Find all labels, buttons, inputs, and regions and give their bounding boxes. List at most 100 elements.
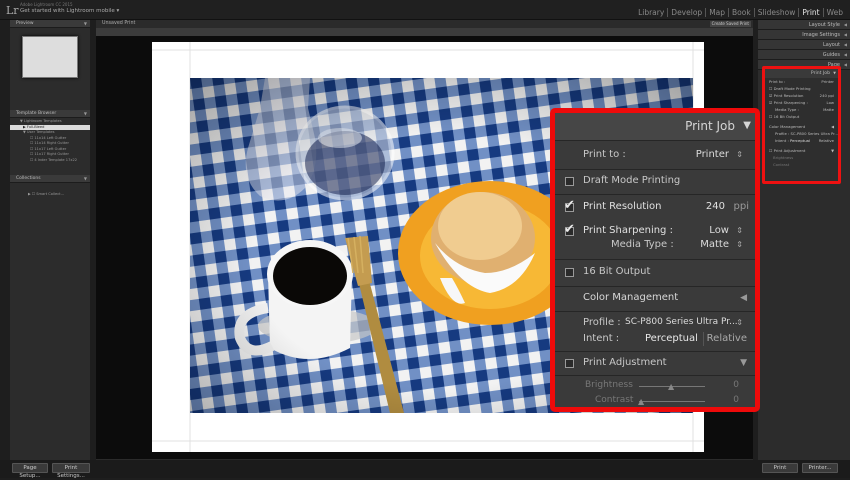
mini-media-type-value[interactable]: Matte (823, 106, 834, 113)
identity-plate[interactable]: Get started with Lightroom mobile ▾ (20, 8, 119, 14)
print-job-header[interactable]: Print Job ▼ (555, 113, 755, 141)
collapse-icon[interactable]: ◀ (844, 20, 847, 30)
print-resolution-row[interactable]: ✔ Print Resolution 240 ppi (555, 199, 755, 219)
collapse-triangle-icon[interactable]: ▼ (743, 120, 751, 131)
profile-select[interactable]: SC-P800 Series Ultra Pr... (625, 317, 738, 327)
print-button[interactable]: Print (762, 463, 798, 473)
module-map[interactable]: Map (705, 8, 728, 17)
mini-print-to-value[interactable]: Printer (821, 78, 834, 85)
module-web[interactable]: Web (822, 8, 846, 17)
mini-intent-label: Intent : (775, 138, 789, 143)
divider (555, 351, 755, 352)
module-picker: Library Develop Map Book Slideshow Print… (635, 8, 846, 17)
collapse-icon[interactable]: ▼ (84, 175, 87, 183)
ruler (96, 28, 753, 43)
template-item[interactable]: ☐ 4 Inder Template 17x22 (10, 158, 90, 164)
mini-contrast-row[interactable]: Contrast (765, 161, 838, 168)
draft-mode-checkbox[interactable] (565, 177, 574, 186)
intent-row: Intent : Perceptual Relative (555, 332, 755, 348)
mini-media-type-row[interactable]: Media Type : Matte (765, 106, 838, 113)
section-layout-style[interactable]: Layout Style ◀ (758, 20, 850, 30)
mini-print-to-row[interactable]: Print to : Printer (765, 78, 838, 85)
version-label: Adobe Lightroom CC 2015 (20, 2, 73, 7)
profile-label: Profile : (583, 317, 621, 328)
mini-color-management-row[interactable]: Color Management ◀ (765, 123, 838, 130)
print-to-select[interactable]: Printer (696, 149, 729, 160)
mini-media-type-label: Media Type : (775, 107, 799, 112)
mini-profile-value[interactable]: SC-P800 Series Ultra Pr... (791, 131, 838, 136)
create-saved-print-button[interactable]: Create Saved Print (709, 21, 751, 27)
printer-button[interactable]: Printer... (802, 463, 838, 473)
updown-arrow-icon[interactable]: ⇕ (736, 318, 743, 327)
section-layout[interactable]: Layout ◀ (758, 40, 850, 50)
module-print[interactable]: Print (798, 8, 822, 17)
bit-output-row[interactable]: 16 Bit Output (555, 264, 755, 284)
collapse-left-icon[interactable]: ◀ (740, 293, 747, 303)
print-to-label: Print to : (583, 149, 626, 160)
collection-item[interactable]: ▶ ☐ Smart Collect... (10, 192, 64, 198)
mini-intent-relative[interactable]: Relative (819, 137, 834, 144)
updown-arrow-icon[interactable]: ⇕ (736, 150, 743, 159)
section-image-settings[interactable]: Image Settings ◀ (758, 30, 850, 40)
template-browser-header[interactable]: Template Browser ▼ (10, 110, 90, 118)
mini-print-job-title: Print Job (810, 71, 830, 76)
media-type-select[interactable]: Matte (700, 239, 729, 250)
print-sharpening-row[interactable]: ✔ Print Sharpening : Low ⇕ Media Type : … (555, 223, 755, 263)
mini-draft-mode-row[interactable]: ☐ Draft Mode Printing (765, 85, 838, 92)
color-management-label: Color Management (583, 292, 679, 303)
resolution-value[interactable]: 240 (706, 201, 725, 212)
intent-relative-option[interactable]: Relative (707, 333, 747, 344)
collapse-icon[interactable]: ◀ (844, 50, 847, 60)
mini-print-job-header[interactable]: Print Job ▼ (765, 69, 838, 78)
mini-print-adjustment-row[interactable]: ☐ Print Adjustment ▼ (765, 147, 838, 154)
mini-draft-mode-label: Draft Mode Printing (773, 86, 811, 91)
collapse-icon[interactable]: ◀ (844, 30, 847, 40)
section-label: Guides (822, 52, 840, 58)
mini-bit-output-row[interactable]: ☐ 16 Bit Output (765, 113, 838, 120)
module-develop[interactable]: Develop (667, 8, 705, 17)
collapse-icon[interactable]: ▼ (833, 69, 836, 78)
preview-header[interactable]: Preview ▼ (10, 20, 90, 28)
collapse-icon[interactable]: ▼ (84, 110, 87, 118)
contrast-value: 0 (733, 395, 739, 405)
print-sharpening-label: Print Sharpening : (583, 225, 673, 236)
collapse-icon[interactable]: ◀ (844, 40, 847, 50)
mini-bit-output-label: 16 Bit Output (773, 114, 800, 119)
print-to-row: Print to : Printer ⇕ (555, 147, 755, 167)
page-setup-button[interactable]: Page Setup... (12, 463, 48, 479)
mini-intent-perceptual[interactable]: Perceptual (790, 138, 810, 143)
module-book[interactable]: Book (728, 8, 754, 17)
collapse-icon[interactable]: ▼ (84, 20, 87, 28)
page-preview-thumbnail (22, 36, 78, 78)
contrast-slider-thumb[interactable]: ▲ (638, 397, 644, 406)
mini-sharpening-value[interactable]: Low (827, 99, 834, 106)
mini-profile-row[interactable]: Profile : SC-P800 Series Ultra Pr... (765, 130, 838, 137)
draft-mode-row[interactable]: Draft Mode Printing (555, 173, 755, 193)
collections-header[interactable]: Collections ▼ (10, 175, 90, 183)
brightness-slider-thumb[interactable]: ▲ (668, 382, 674, 391)
bottom-bar: Page Setup... Print Settings... Print Pr… (0, 460, 850, 479)
module-library[interactable]: Library (635, 8, 667, 17)
bit-output-checkbox[interactable] (565, 268, 574, 277)
updown-arrow-icon[interactable]: ⇕ (736, 240, 743, 249)
mini-print-resolution-row[interactable]: ☑ Print Resolution 240 ppi (765, 92, 838, 99)
contrast-slider-track[interactable] (639, 401, 705, 402)
module-slideshow[interactable]: Slideshow (753, 8, 799, 17)
intent-perceptual-option[interactable]: Perceptual (645, 333, 698, 344)
collapse-icon[interactable]: ▼ (831, 147, 834, 154)
mini-print-sharpening-row[interactable]: ☑ Print Sharpening : Low (765, 99, 838, 106)
print-settings-button[interactable]: Print Settings... (52, 463, 90, 479)
print-adjustment-checkbox[interactable] (565, 359, 574, 368)
updown-arrow-icon[interactable]: ⇕ (736, 226, 743, 235)
sharpening-select[interactable]: Low (709, 225, 729, 236)
mini-resolution-value[interactable]: 240 ppi (820, 92, 834, 99)
color-management-header[interactable]: Color Management ◀ (555, 290, 755, 310)
print-title: Unsaved Print (102, 21, 136, 26)
collapse-icon[interactable]: ◀ (844, 60, 847, 70)
collapse-icon[interactable]: ◀ (831, 123, 834, 130)
mini-brightness-row[interactable]: Brightness (765, 154, 838, 161)
mini-intent-row[interactable]: Intent : Perceptual Relative (765, 137, 838, 144)
section-guides[interactable]: Guides ◀ (758, 50, 850, 60)
collapse-triangle-icon[interactable]: ▼ (740, 358, 747, 368)
print-adjustment-row[interactable]: Print Adjustment ▼ (555, 355, 755, 375)
